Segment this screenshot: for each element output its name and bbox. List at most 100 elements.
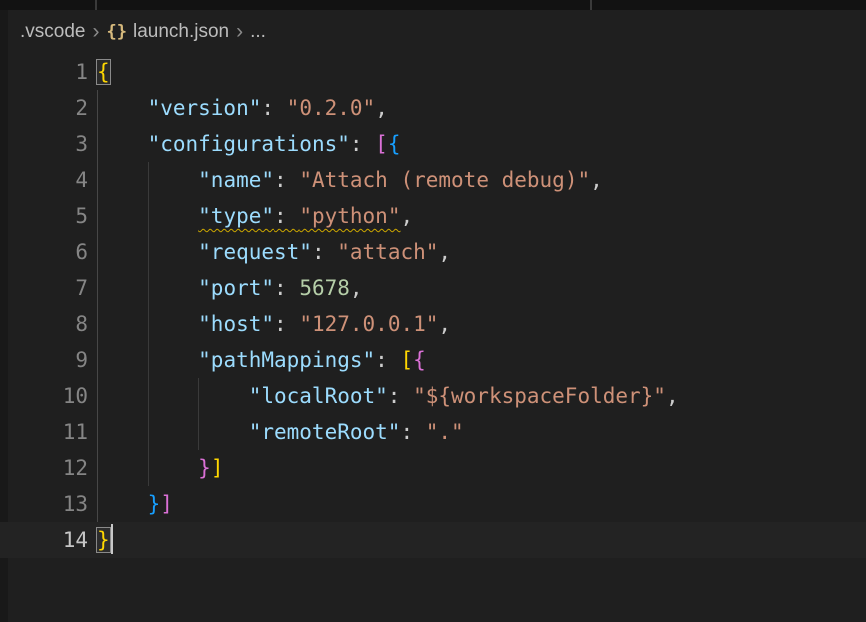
line-number[interactable]: 4	[0, 162, 88, 198]
code-line[interactable]: 14}	[0, 522, 866, 558]
token: 5678	[299, 276, 350, 300]
token: :	[375, 348, 400, 372]
code-line[interactable]: 4 "name": "Attach (remote debug)",	[0, 162, 866, 198]
indent-guide	[198, 378, 199, 450]
line-number[interactable]: 3	[0, 126, 88, 162]
line-number[interactable]: 7	[0, 270, 88, 306]
breadcrumb-file[interactable]: {} launch.json	[106, 21, 229, 43]
token: "."	[426, 420, 464, 444]
token: "request"	[198, 240, 312, 264]
line-number[interactable]: 11	[0, 414, 88, 450]
token: "${workspaceFolder}"	[413, 384, 666, 408]
breadcrumb-symbol-overflow[interactable]: ...	[250, 21, 266, 43]
breadcrumb-file-label: launch.json	[133, 21, 229, 43]
token: ]	[211, 456, 224, 480]
code-line[interactable]: 11 "remoteRoot": "."	[0, 414, 866, 450]
token	[97, 420, 249, 444]
line-content: "configurations": [{	[88, 126, 400, 162]
token	[97, 96, 148, 120]
line-number[interactable]: 1	[0, 54, 88, 90]
line-content: "type": "python",	[88, 198, 413, 234]
line-number[interactable]: 8	[0, 306, 88, 342]
matched-bracket: {	[97, 60, 110, 84]
token: "python"	[299, 204, 400, 228]
token: ]	[160, 492, 173, 516]
code-line[interactable]: 13 }]	[0, 486, 866, 522]
token: :	[274, 168, 299, 192]
token: "port"	[198, 276, 274, 300]
token: :	[400, 420, 425, 444]
code-line[interactable]: 5 "type": "python",	[0, 198, 866, 234]
indent-guide	[97, 90, 98, 522]
code-line[interactable]: 9 "pathMappings": [{	[0, 342, 866, 378]
tab-separator	[590, 0, 592, 10]
line-content: "port": 5678,	[88, 270, 363, 306]
token: "host"	[198, 312, 274, 336]
token: "name"	[198, 168, 274, 192]
token: ,	[666, 384, 679, 408]
code-line[interactable]: 6 "request": "attach",	[0, 234, 866, 270]
line-number[interactable]: 12	[0, 450, 88, 486]
token	[97, 132, 148, 156]
token: [	[375, 132, 388, 156]
token: :	[388, 384, 413, 408]
token: "pathMappings"	[198, 348, 375, 372]
text-cursor	[111, 524, 113, 554]
line-number[interactable]: 13	[0, 486, 88, 522]
line-content: "request": "attach",	[88, 234, 451, 270]
line-content: "remoteRoot": "."	[88, 414, 464, 450]
token: }	[198, 456, 211, 480]
tab-bar-edge	[0, 0, 866, 10]
line-content: {	[88, 54, 110, 90]
line-content: }]	[88, 486, 173, 522]
token: {	[388, 132, 401, 156]
token: ,	[375, 96, 388, 120]
line-number[interactable]: 14	[0, 522, 88, 558]
line-content: "host": "127.0.0.1",	[88, 306, 451, 342]
token: "version"	[148, 96, 262, 120]
token: :	[274, 276, 299, 300]
line-content: "version": "0.2.0",	[88, 90, 388, 126]
code-line[interactable]: 8 "host": "127.0.0.1",	[0, 306, 866, 342]
line-content: }	[88, 522, 113, 558]
token: "localRoot"	[249, 384, 388, 408]
code-line[interactable]: 10 "localRoot": "${workspaceFolder}",	[0, 378, 866, 414]
chevron-right-icon: ›	[92, 21, 99, 42]
indent-guide	[148, 162, 149, 486]
code-line[interactable]: 2 "version": "0.2.0",	[0, 90, 866, 126]
token: ,	[590, 168, 603, 192]
token: "attach"	[337, 240, 438, 264]
matched-bracket: }	[97, 528, 110, 552]
line-number[interactable]: 10	[0, 378, 88, 414]
token: ,	[400, 204, 413, 228]
token: :	[261, 96, 286, 120]
json-braces-icon: {}	[106, 22, 126, 42]
line-number[interactable]: 2	[0, 90, 88, 126]
line-content: "pathMappings": [{	[88, 342, 426, 378]
editor-surface[interactable]: 1{2 "version": "0.2.0",3 "configurations…	[0, 54, 866, 558]
token	[97, 492, 148, 516]
code-line[interactable]: 3 "configurations": [{	[0, 126, 866, 162]
token: :	[312, 240, 337, 264]
token: "127.0.0.1"	[299, 312, 438, 336]
token: ,	[438, 240, 451, 264]
line-number[interactable]: 5	[0, 198, 88, 234]
code-line[interactable]: 1{	[0, 54, 866, 90]
breadcrumb: .vscode › {} launch.json › ...	[0, 10, 866, 54]
token: ,	[438, 312, 451, 336]
token: "type"	[198, 204, 274, 228]
line-content: }]	[88, 450, 223, 486]
token: :	[274, 204, 299, 228]
token: {	[413, 348, 426, 372]
line-number[interactable]: 9	[0, 342, 88, 378]
chevron-right-icon: ›	[236, 21, 243, 42]
token: }	[148, 492, 161, 516]
code-line[interactable]: 7 "port": 5678,	[0, 270, 866, 306]
line-number[interactable]: 6	[0, 234, 88, 270]
token: "remoteRoot"	[249, 420, 401, 444]
code-line[interactable]: 12 }]	[0, 450, 866, 486]
token: :	[274, 312, 299, 336]
token	[97, 384, 249, 408]
token: "0.2.0"	[287, 96, 376, 120]
breadcrumb-folder[interactable]: .vscode	[20, 21, 85, 43]
